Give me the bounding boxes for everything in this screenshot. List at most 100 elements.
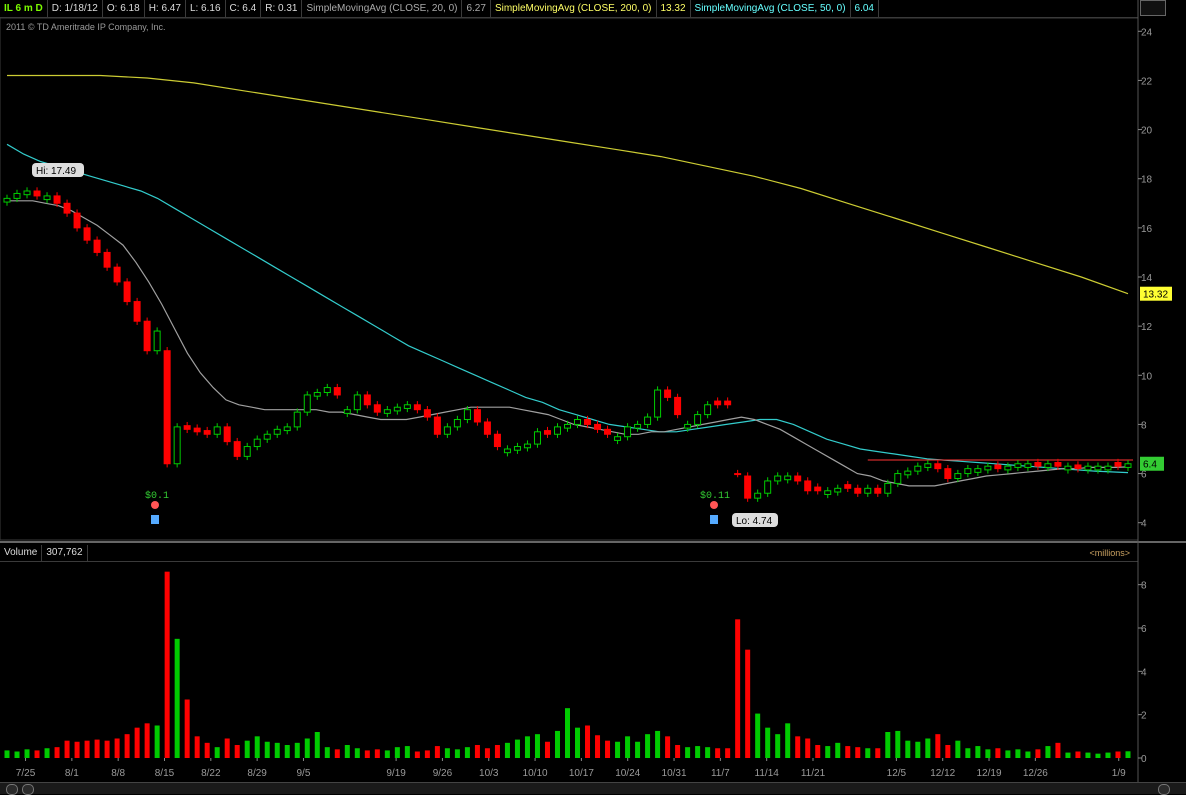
candle-body [844, 484, 852, 489]
price-tick-label: 10 [1141, 371, 1153, 382]
volume-bar [635, 741, 641, 758]
volume-bar [875, 748, 881, 758]
x-tick-label: 12/5 [887, 768, 907, 779]
candle-body [523, 443, 531, 449]
candle-body [784, 475, 792, 481]
volume-bar [1055, 742, 1061, 758]
price-volume-chart[interactable]: 4681012141618202224024687/25 8/1 8/8 8/15 8/… [0, 0, 1186, 793]
candle-body [914, 465, 922, 472]
volume-bar [184, 699, 190, 758]
x-tick-label: 8/1 [65, 768, 79, 779]
volume-bar [514, 739, 520, 758]
x-tick-label: 8/29 [247, 768, 267, 779]
volume-bar [394, 747, 400, 758]
candle-body [574, 419, 582, 425]
volume-bar [895, 730, 901, 758]
candle-body [433, 416, 441, 435]
volume-bar [985, 749, 991, 758]
volume-bar [945, 745, 951, 758]
candle-body [814, 486, 822, 492]
volume-bar [384, 750, 390, 758]
candle-body [293, 411, 301, 428]
candle-body [1084, 465, 1092, 471]
volume-bar [815, 745, 821, 758]
candle-body [423, 409, 431, 418]
volume-bar [484, 748, 490, 758]
price-tick-label: 8 [1141, 420, 1147, 431]
volume-bar [154, 725, 160, 758]
x-tick-label: 12/19 [977, 768, 1002, 779]
candle-body [634, 423, 642, 429]
candle-body [183, 425, 191, 430]
volume-bar [214, 747, 220, 758]
price-tick-label: 20 [1141, 126, 1153, 137]
volume-bar [925, 738, 931, 758]
volume-bar [4, 750, 10, 758]
candle-body [143, 320, 151, 352]
volume-bar [334, 749, 340, 758]
volume-bar [174, 638, 180, 758]
candle-body [994, 464, 1002, 470]
candle-body [313, 391, 321, 397]
candle-body [353, 394, 361, 411]
volume-bar [995, 748, 1001, 758]
volume-bar [264, 741, 270, 758]
candle-body [343, 409, 351, 414]
candle-body [513, 446, 521, 451]
earnings-icon [710, 501, 718, 509]
scroll-right-icon[interactable] [1158, 784, 1170, 795]
volume-bar [54, 747, 60, 758]
candle-body [473, 409, 481, 423]
volume-bar [765, 727, 771, 758]
candle-body [1124, 463, 1132, 468]
volume-bar [434, 746, 440, 758]
candle-body [664, 389, 672, 398]
bottom-scrollbar[interactable] [0, 782, 1186, 795]
volume-bar [735, 619, 741, 758]
volume-bar [314, 732, 320, 758]
candle-body [413, 404, 421, 411]
volume-bar [1105, 752, 1111, 758]
volume-bar [935, 734, 941, 758]
x-tick-label: 9/5 [297, 768, 311, 779]
earnings-label-2: $0.11 [700, 490, 730, 502]
zoom-in-icon[interactable] [22, 784, 34, 795]
x-tick-label: 11/21 [801, 768, 826, 779]
volume-bar [1005, 750, 1011, 758]
candle-body [253, 438, 261, 448]
candle-body [674, 396, 682, 416]
volume-bar [905, 740, 911, 758]
candle-body [493, 433, 501, 448]
candle-body [53, 195, 61, 204]
candle-body [984, 465, 992, 471]
candle-body [483, 421, 491, 435]
candle-body [273, 428, 281, 435]
x-tick-label: 9/19 [386, 768, 406, 779]
candle-body [323, 387, 331, 393]
volume-bar [204, 742, 210, 758]
candle-body [644, 416, 652, 425]
price-tick-label: 22 [1141, 76, 1153, 87]
candle-body [213, 426, 221, 435]
price-tick-label: 24 [1141, 27, 1153, 38]
candle-body [704, 404, 712, 416]
candle-body [453, 419, 461, 428]
x-tick-label: 7/25 [16, 768, 36, 779]
volume-bar [234, 745, 240, 758]
price-tick-label: 4 [1141, 519, 1147, 530]
volume-bar [955, 740, 961, 758]
candle-body [854, 487, 862, 494]
candle-body [894, 473, 902, 484]
candle-body [63, 202, 71, 214]
candle-body [13, 192, 21, 199]
candle-body [443, 426, 451, 435]
volume-bar [785, 723, 791, 758]
candle-body [714, 400, 722, 406]
volume-bar [44, 748, 50, 758]
candle-body [774, 475, 782, 482]
candle-body [133, 301, 141, 322]
volume-bar [805, 738, 811, 758]
zoom-out-icon[interactable] [6, 784, 18, 795]
sma200-line [7, 74, 1129, 295]
volume-bar [454, 749, 460, 758]
